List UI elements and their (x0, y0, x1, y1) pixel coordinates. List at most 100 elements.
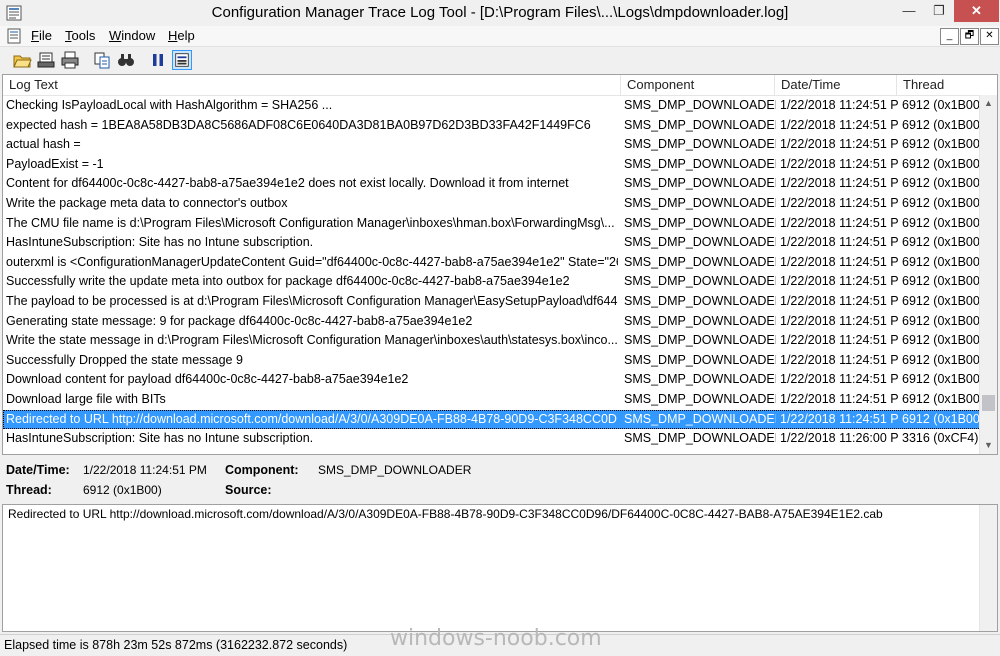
datetime-cell: 1/22/2018 11:24:51 PM (780, 196, 898, 210)
thread-cell: 6912 (0x1B00) (902, 215, 982, 230)
source-label: Source: (225, 483, 272, 497)
table-row[interactable]: Write the package meta data to connector… (3, 194, 982, 214)
log-text-cell: PayloadExist = -1 (6, 156, 104, 171)
log-text-cell: Redirected to URL http://download.micros… (6, 411, 618, 426)
component-cell: SMS_DMP_DOWNLOADER (624, 333, 776, 348)
table-row[interactable]: Successfully Dropped the state message 9… (3, 351, 982, 371)
table-row[interactable]: PayloadExist = -1 SMS_DMP_DOWNLOADER 1/22/… (3, 155, 982, 175)
mdi-minimize-button[interactable]: _ (940, 28, 959, 45)
datetime-cell: 1/22/2018 11:24:51 PM (780, 333, 898, 348)
thread-cell: 6912 (0x1B00) (902, 254, 982, 269)
component-cell: SMS_DMP_DOWNLOADER (624, 215, 776, 230)
table-row[interactable]: expected hash = 1BEA8A58DB3DA8C5686ADF08… (3, 116, 982, 136)
message-pane[interactable]: Redirected to URL http://download.micros… (2, 504, 998, 632)
thread-cell: 6912 (0x1B00) (902, 274, 982, 289)
grid-header: Log Text Component Date/Time Thread (3, 75, 997, 96)
datetime-cell: 1/22/2018 11:24:51 PM (780, 313, 898, 328)
datetime-cell: 1/22/2018 11:24:51 PM (780, 117, 898, 132)
log-text-cell: outerxml is <ConfigurationManagerUpdateC… (6, 254, 618, 269)
table-row[interactable]: outerxml is <ConfigurationManagerUpdateC… (3, 253, 982, 273)
scroll-up-icon[interactable]: ▲ (980, 95, 997, 112)
scroll-thumb[interactable] (982, 395, 995, 411)
restore-button[interactable]: ❐ (924, 0, 954, 22)
component-cell: SMS_DMP_DOWNLOADER (624, 254, 776, 269)
log-text-cell: The payload to be processed is at d:\Pro… (6, 294, 618, 308)
log-text-cell: The CMU file name is d:\Program Files\Mi… (6, 215, 615, 230)
table-row[interactable]: Redirected to URL http://download.micros… (3, 409, 982, 430)
datetime-cell: 1/22/2018 11:24:51 PM (780, 235, 898, 250)
message-scrollbar[interactable] (979, 505, 997, 631)
log-text-cell: Download large file with BITs (6, 392, 166, 406)
mdi-close-button[interactable]: ✕ (980, 28, 999, 45)
component-cell: SMS_DMP_DOWNLOADER (624, 176, 776, 191)
log-text-cell: Checking IsPayloadLocal with HashAlgorit… (6, 98, 333, 112)
find-icon[interactable] (116, 50, 136, 70)
print-icon[interactable] (60, 50, 80, 70)
datetime-cell: 1/22/2018 11:26:00 PM (780, 431, 898, 446)
title-bar: Configuration Manager Trace Log Tool - [… (0, 0, 1000, 27)
datetime-value: 1/22/2018 11:24:51 PM (83, 463, 207, 477)
table-row[interactable]: Generating state message: 9 for package … (3, 312, 982, 332)
highlight-icon[interactable] (172, 50, 192, 70)
scroll-down-icon[interactable]: ▼ (980, 437, 997, 454)
column-header-thread[interactable]: Thread (897, 75, 997, 95)
minimize-button[interactable]: — (894, 0, 924, 22)
thread-cell: 6912 (0x1B00) (902, 117, 982, 132)
component-cell: SMS_DMP_DOWNLOADER (624, 274, 776, 289)
table-row[interactable]: Download large file with BITs SMS_DMP_DOW… (3, 390, 982, 410)
menu-file[interactable]: File (31, 28, 52, 43)
component-label: Component: (225, 463, 299, 477)
table-row[interactable]: Download content for payload df64400c-0c… (3, 370, 982, 390)
datetime-cell: 1/22/2018 11:24:51 PM (780, 137, 898, 152)
log-text-cell: HasIntuneSubscription: Site has no Intun… (6, 235, 314, 250)
menu-window[interactable]: Window (109, 28, 155, 43)
table-row[interactable]: HasIntuneSubscription: Site has no Intun… (3, 233, 982, 253)
datetime-cell: 1/22/2018 11:24:51 PM (780, 411, 898, 426)
menu-help[interactable]: Help (168, 28, 195, 43)
table-row[interactable]: The CMU file name is d:\Program Files\Mi… (3, 214, 982, 234)
component-cell: SMS_DMP_DOWNLOADER (624, 117, 776, 132)
datetime-cell: 1/22/2018 11:24:51 PM (780, 372, 898, 387)
table-row[interactable]: Successfully write the update meta into … (3, 272, 982, 292)
log-text-cell: Content for df64400c-0c8c-4427-bab8-a75a… (6, 176, 569, 191)
component-cell: SMS_DMP_DOWNLOADER (624, 372, 776, 387)
table-row[interactable]: The payload to be processed is at d:\Pro… (3, 292, 982, 312)
component-cell: SMS_DMP_DOWNLOADER (624, 98, 776, 112)
datetime-label: Date/Time: (6, 463, 70, 477)
log-text-cell: expected hash = 1BEA8A58DB3DA8C5686ADF08… (6, 117, 591, 132)
thread-cell: 6912 (0x1B00) (902, 392, 982, 406)
close-button[interactable]: ✕ (954, 0, 999, 22)
menu-help-key: H (168, 28, 178, 43)
vertical-scrollbar[interactable]: ▲ ▼ (979, 95, 997, 454)
table-row[interactable]: Content for df64400c-0c8c-4427-bab8-a75a… (3, 174, 982, 194)
table-row[interactable]: actual hash = SMS_DMP_DOWNLOADER 1/22/2018… (3, 135, 982, 155)
thread-cell: 6912 (0x1B00) (902, 98, 982, 112)
pause-icon[interactable] (148, 50, 168, 70)
copy-icon[interactable] (92, 50, 112, 70)
log-text-cell: Generating state message: 9 for package … (6, 313, 473, 328)
menu-window-key: W (109, 28, 122, 43)
log-text-cell: Successfully Dropped the state message 9 (6, 352, 243, 367)
thread-cell: 6912 (0x1B00) (902, 313, 982, 328)
open-icon[interactable] (12, 50, 32, 70)
menu-tools[interactable]: Tools (65, 28, 95, 43)
thread-cell: 6912 (0x1B00) (902, 156, 982, 171)
component-cell: SMS_DMP_DOWNLOADER (624, 431, 776, 446)
thread-value: 6912 (0x1B00) (83, 483, 162, 497)
column-header-datetime[interactable]: Date/Time (775, 75, 897, 95)
table-row[interactable]: HasIntuneSubscription: Site has no Intun… (3, 429, 981, 449)
table-row[interactable]: Write the state message in d:\Program Fi… (3, 331, 982, 351)
menu-window-label: indow (121, 28, 156, 43)
document-icon[interactable] (6, 28, 22, 44)
menu-tools-label: ools (71, 28, 96, 43)
column-header-component[interactable]: Component (621, 75, 775, 95)
column-header-log-text[interactable]: Log Text (3, 75, 621, 95)
mdi-restore-button[interactable]: 🗗 (960, 28, 979, 45)
datetime-cell: 1/22/2018 11:24:51 PM (780, 274, 898, 289)
window-title: Configuration Manager Trace Log Tool - [… (211, 4, 789, 21)
thread-cell: 6912 (0x1B00) (902, 196, 982, 210)
datetime-cell: 1/22/2018 11:24:51 PM (780, 392, 898, 406)
print-setup-icon[interactable] (36, 50, 56, 70)
thread-cell: 6912 (0x1B00) (902, 176, 982, 191)
table-row[interactable]: Checking IsPayloadLocal with HashAlgorit… (3, 96, 982, 116)
